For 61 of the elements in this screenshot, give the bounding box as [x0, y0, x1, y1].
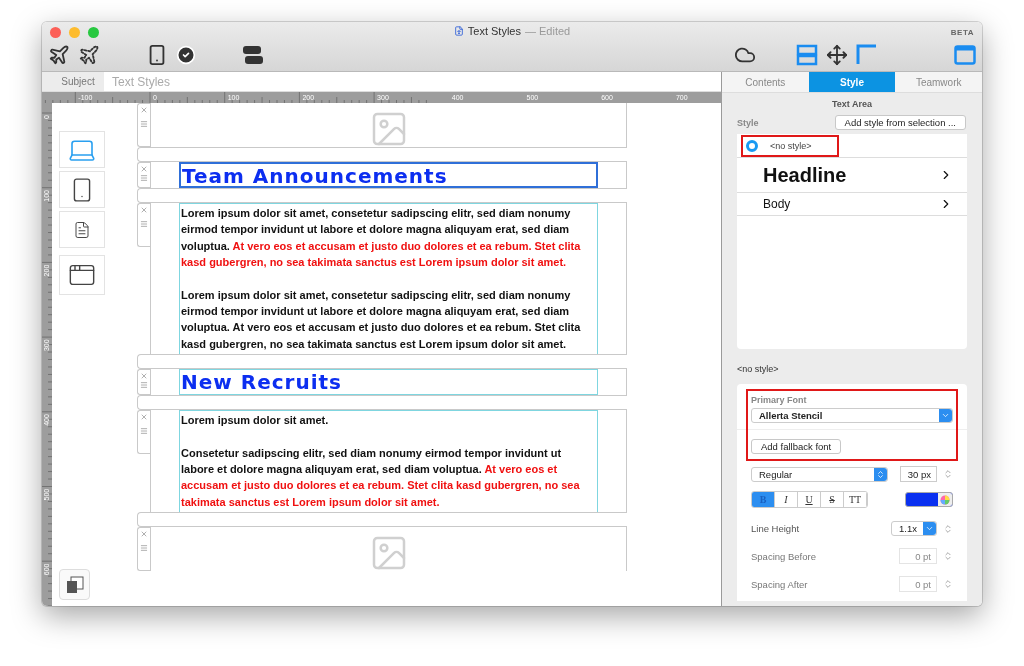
ruler-corner-icon[interactable] [856, 43, 878, 66]
updown-icon [875, 469, 885, 479]
chevron-icon [941, 411, 950, 420]
style-item[interactable]: Headline [737, 158, 967, 193]
document-icon [73, 220, 91, 239]
subject-field[interactable]: Text Styles [104, 73, 721, 90]
phones-preview-button[interactable] [59, 171, 105, 208]
edited-status: — Edited [524, 25, 571, 37]
browser-preview-button[interactable] [59, 255, 105, 295]
panel-icon[interactable] [954, 44, 976, 65]
paragraph: Consetetur sadipscing elitr, sed diam nonumy eirmod tempor invidunt ut labore et dolore magna aliquyam erat, sed diam voluptua. At vero eos et accusam et justo duo dolores et ea rebum. Stet clita kasd gubergren, no sea takimata sanctus est Lorem ipsum dolor sit amet. [181, 445, 581, 510]
zoom-button[interactable] [88, 26, 99, 38]
color-wheel-icon [940, 494, 950, 505]
paragraph: Lorem ipsum dolor sit amet, consetetur sadipscing elitr, sed diam nonumy eirmod tempor invidunt ut labore et dolore magna aliquyam erat, sed diam voluptua. At vero eos et accusam et justo duo dolores et ea rebum. Stet clita kasd gubergren, no sea takimata sanctus est Lorem ipsum dolor sit amet. [181, 206, 582, 271]
layout-icon[interactable] [796, 43, 818, 66]
heading-text[interactable]: Team Announcements [179, 162, 598, 188]
minimize-button[interactable] [69, 26, 80, 38]
stepper-icon[interactable] [943, 551, 953, 561]
field-label: Spacing After [751, 578, 809, 590]
plane-icon[interactable] [48, 43, 70, 66]
layers-icon [65, 575, 84, 594]
subject-label: Subject [42, 72, 104, 91]
paragraph: Lorem ipsum dolor sit amet, consetetur sadipscing elitr, sed diam nonumy eirmod tempor invidunt ut labore et dolore magna aliquyam erat, sed diam voluptua. At vero eos et accusam et justo duo dolores et ea rebum. Stet clita kasd gubergren, no sea takimata sanctus est Lorem ipsum dolor sit amet. [181, 287, 582, 352]
add-style-button[interactable]: Add style from selection ... [834, 115, 966, 130]
check-icon[interactable] [176, 44, 196, 65]
move-icon[interactable] [826, 43, 848, 66]
font-select[interactable]: Allerta Stencil [751, 408, 953, 423]
window-title: Text Styles [467, 25, 521, 37]
color-well[interactable] [905, 492, 953, 507]
paragraph: Lorem ipsum dolor sit amet. [181, 413, 330, 429]
radio-button[interactable] [746, 139, 758, 152]
beta-label: BETA [950, 27, 974, 37]
field-label: Line Height [751, 523, 801, 534]
current-style: <no style> [737, 364, 780, 374]
block-handle[interactable] [137, 203, 150, 247]
stepper-icon[interactable] [943, 579, 953, 589]
document-preview-button[interactable] [59, 211, 105, 248]
block-handle[interactable] [137, 103, 150, 147]
stepper-icon[interactable] [943, 523, 953, 534]
weight-select[interactable]: Regular [751, 466, 888, 482]
heading-text[interactable]: New Recruits [179, 369, 598, 396]
add-fallback-button[interactable]: Add fallback font [751, 439, 842, 454]
line-height-select[interactable]: 1.1x [891, 521, 937, 536]
close-button[interactable] [50, 26, 61, 38]
style-item[interactable]: <no style> [737, 134, 967, 158]
layers-button[interactable] [59, 569, 90, 600]
chevron-icon [925, 524, 934, 533]
block-handle[interactable] [137, 410, 150, 455]
plane-icon[interactable] [78, 43, 100, 66]
style-item[interactable]: Body [737, 193, 967, 216]
style-label: Style [737, 117, 759, 128]
chat-bubbles-icon[interactable] [242, 44, 264, 65]
document-icon [453, 26, 464, 36]
block-handle[interactable] [137, 162, 150, 188]
field-label: Spacing Before [751, 550, 817, 562]
section-title: Text Area [831, 99, 873, 109]
block-handle[interactable] [137, 527, 150, 572]
size-field[interactable]: 30 px [899, 466, 937, 482]
stepper-icon[interactable] [943, 469, 953, 479]
font-label: Primary Font [751, 395, 808, 405]
block-handle[interactable] [137, 369, 150, 396]
